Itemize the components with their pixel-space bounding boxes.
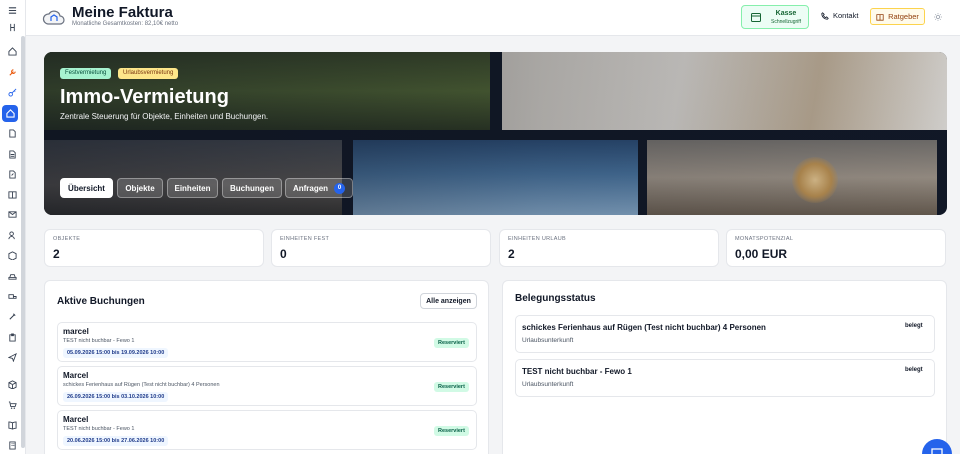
sun-icon[interactable] [934,13,942,21]
booking-guest-name: Marcel [63,371,89,380]
unit-type: Urlaubsunterkunft [522,381,574,388]
occupancy-item[interactable]: schickes Ferienhaus auf Rügen (Test nich… [515,315,935,353]
tab-anfragen[interactable]: Anfragen 0 [285,178,353,198]
unit-type: Urlaubsunterkunft [522,337,574,344]
kasse-label: Kasse [775,10,797,17]
key-icon[interactable] [3,84,21,100]
booking-dates: 05.09.2026 15:00 bis 19.09.2026 10:00 [63,348,169,358]
badge-festvermietung: Festvermietung [60,68,112,79]
box-icon[interactable] [3,247,21,263]
book-open-icon[interactable] [3,417,21,433]
booking-dates: 26.09.2026 15:00 bis 03.10.2026 10:00 [63,392,169,402]
status-badge: Reserviert [434,426,469,436]
tab-einheiten[interactable]: Einheiten [167,178,218,198]
kasse-button[interactable]: Kasse Schnellzugriff [741,5,809,29]
booking-item[interactable]: Marcel schickes Ferienhaus auf Rügen (Te… [57,366,477,406]
active-bookings-panel: Aktive Buchungen Alle anzeigen marcel TE… [44,280,489,454]
hero-banner: Festvermietung Urlaubsvermietung Immo-Ve… [44,52,947,215]
panel-title: Belegungsstatus [515,293,596,304]
kontakt-label: Kontakt [833,11,859,20]
menu-icon[interactable] [3,2,21,18]
ratgeber-label: Ratgeber [888,12,919,21]
booking-unit: TEST nicht buchbar - Fewo 1 [63,338,135,344]
anfragen-count-badge: 0 [334,182,346,194]
chat-icon [931,448,943,454]
car-icon[interactable] [3,268,21,284]
booking-unit: schickes Ferienhaus auf Rügen (Test nich… [63,382,220,388]
badge-urlaubsvermietung: Urlaubsvermietung [118,68,179,79]
occupancy-item[interactable]: TEST nicht buchbar - Fewo 1 Urlaubsunter… [515,359,935,397]
document-out-icon[interactable] [3,166,21,182]
booking-dates: 20.06.2026 15:00 bis 27.06.2026 10:00 [63,436,169,446]
tab-label: Anfragen [292,183,329,193]
alle-anzeigen-button[interactable]: Alle anzeigen [420,293,477,309]
book-icon [876,13,884,21]
tab-label: Objekte [125,183,155,193]
booking-unit: TEST nicht buchbar - Fewo 1 [63,426,135,432]
booking-item[interactable]: marcel TEST nicht buchbar - Fewo 1 05.09… [57,322,477,362]
tab-buchungen[interactable]: Buchungen [222,178,282,198]
stat-label: OBJEKTE [53,236,81,242]
home-icon[interactable] [3,43,21,59]
tab-label: Übersicht [68,183,105,193]
truck-icon[interactable] [3,288,21,304]
app-title: Meine Faktura [72,4,173,21]
booking-item[interactable]: Marcel TEST nicht buchbar - Fewo 1 20.06… [57,410,477,450]
sidebar [0,0,26,454]
building-icon[interactable] [3,437,21,453]
stat-value: 0,00 EUR [735,247,788,261]
stat-card-einheiten-fest: EINHEITEN FEST 0 [271,229,491,267]
stat-value: 2 [508,247,515,261]
kontakt-link[interactable]: Kontakt [821,11,858,20]
booking-guest-name: marcel [63,327,89,336]
unit-name: TEST nicht buchbar - Fewo 1 [522,367,632,376]
monthly-costs-text: Monatliche Gesamtkosten: 82,10€ netto [72,21,179,27]
stat-value: 2 [53,247,60,261]
occupancy-status: belegt [905,323,923,329]
status-badge: Reserviert [434,382,469,392]
stat-label: EINHEITEN FEST [280,236,330,242]
panel-title: Aktive Buchungen [57,296,145,307]
cart-icon[interactable] [3,397,21,413]
cash-register-icon [751,13,761,22]
wrench-icon[interactable] [3,64,21,80]
tab-uebersicht[interactable]: Übersicht [60,178,113,198]
unit-name: schickes Ferienhaus auf Rügen (Test nich… [522,323,766,332]
tab-objekte[interactable]: Objekte [117,178,163,198]
house-icon[interactable] [2,105,18,122]
tab-label: Buchungen [230,183,274,193]
document-icon[interactable] [3,146,21,162]
clipboard-icon[interactable] [3,329,21,345]
tab-label: Einheiten [174,183,211,193]
send-icon[interactable] [3,349,21,365]
top-header: Meine Faktura Monatliche Gesamtkosten: 8… [26,0,960,36]
stat-card-monatspotenzial: MONATSPOTENZIAL 0,00 EUR [726,229,946,267]
stat-label: MONATSPOTENZIAL [735,236,794,242]
sidebar-scrollbar[interactable] [21,36,25,448]
hero-subtitle: Zentrale Steuerung für Objekte, Einheite… [60,112,269,121]
package-icon[interactable] [3,376,21,392]
occupancy-panel: Belegungsstatus schickes Ferienhaus auf … [502,280,947,454]
tools-icon[interactable] [3,308,21,324]
hero-title: Immo-Vermietung [60,86,229,108]
mail-icon[interactable] [3,206,21,222]
occupancy-status: belegt [905,367,923,373]
collapse-icon[interactable] [3,19,21,35]
stat-card-objekte: OBJEKTE 2 [44,229,264,267]
booking-guest-name: Marcel [63,415,89,424]
stat-card-einheiten-urlaub: EINHEITEN URLAUB 2 [499,229,719,267]
document-in-icon[interactable] [3,125,21,141]
status-badge: Reserviert [434,338,469,348]
phone-icon [821,11,829,20]
ratgeber-button[interactable]: Ratgeber [870,8,925,25]
stat-label: EINHEITEN URLAUB [508,236,566,242]
stat-value: 0 [280,247,287,261]
cloud-logo-icon [42,10,65,25]
users-icon[interactable] [3,227,21,243]
book-icon[interactable] [3,186,21,202]
kasse-sublabel: Schnellzugriff [771,19,801,25]
